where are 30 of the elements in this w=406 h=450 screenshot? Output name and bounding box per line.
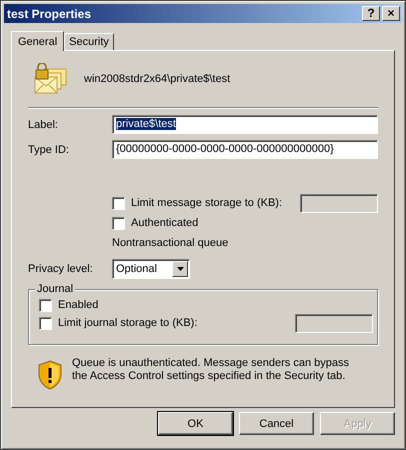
checkbox-label: Limit journal storage to (KB): [58,317,198,329]
group-legend: Journal [35,283,76,295]
tab[interactable]: Security [64,33,114,50]
text-field[interactable]: {00000000-0000-0000-0000-000000000000} [112,140,378,159]
number-field[interactable] [295,314,373,332]
checkbox[interactable] [39,298,52,312]
checkbox-label: Limit message storage to (KB): [131,197,284,209]
help-button[interactable]: ? [362,6,380,21]
cancel-button[interactable]: Cancel [239,412,314,435]
caret-icon [176,267,184,271]
warning-text: Queue is unauthenticated. Message senders can bypass the Access Control settings specified in the Security tab. [72,357,350,384]
queue-path: win2008stdr2x64\private$\test [84,73,230,85]
field-label: Label: [28,118,59,130]
tab[interactable]: General [11,31,64,51]
checkbox[interactable] [112,216,125,230]
field-label: Privacy level: [28,263,94,275]
field-label: Type ID: [28,144,70,156]
checkbox[interactable] [39,316,52,330]
checkbox-label: Enabled [58,299,100,311]
number-field[interactable] [300,194,378,212]
ok-button[interactable]: OK [158,412,233,435]
window-title: test Properties [7,6,92,20]
queue-type-text: Nontransactional queue [112,237,228,249]
checkbox-label: Authenticated [131,217,200,229]
text-field[interactable]: private$\test [112,115,378,134]
privacy-dropdown[interactable]: Optional [112,259,190,279]
checkbox[interactable] [112,196,125,210]
close-button[interactable]: × [382,6,400,21]
locked-envelopes-icon [34,63,68,95]
warning-shield-icon [38,360,62,390]
